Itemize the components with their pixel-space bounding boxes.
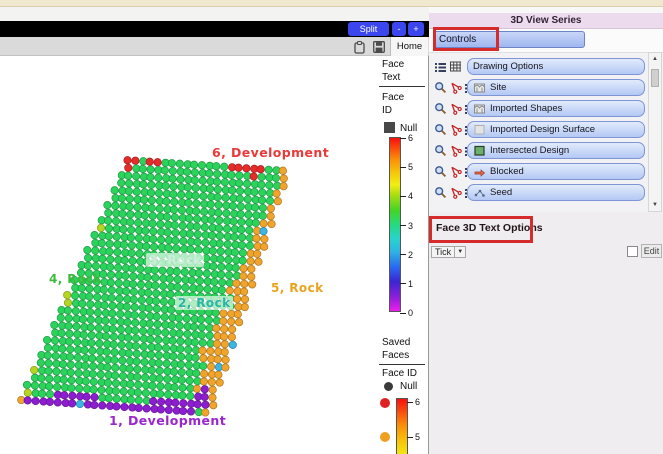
home-tab[interactable]: Home bbox=[390, 37, 428, 56]
magnifier-icon[interactable] bbox=[433, 80, 447, 94]
colorbar-tick: 5 bbox=[400, 162, 413, 172]
legend-subtitle: Face bbox=[382, 92, 426, 103]
scroll-thumb[interactable] bbox=[651, 69, 659, 87]
series-button-imported-design-surface[interactable]: Imported Design Surface bbox=[467, 121, 645, 138]
legend-divider bbox=[379, 86, 425, 87]
colorbar-tick: 2 bbox=[400, 250, 413, 260]
cut-icon[interactable] bbox=[448, 80, 462, 94]
design-icon bbox=[473, 144, 486, 157]
series-label: Imported Design Surface bbox=[490, 124, 595, 135]
annotation-box-controls bbox=[433, 27, 499, 51]
top-strip bbox=[0, 0, 663, 7]
grid-icon[interactable] bbox=[448, 59, 462, 73]
right-panel: 3D View Series Controls Drawing Options … bbox=[429, 7, 663, 454]
series-list: Drawing Options Site Imported Shapes Imp… bbox=[429, 52, 663, 212]
series-row: Imported Shapes bbox=[429, 100, 648, 117]
colorbar-tick: 3 bbox=[400, 221, 413, 231]
colorbar-tick: 6 bbox=[407, 397, 420, 407]
legend-divider bbox=[379, 364, 425, 365]
null-dot bbox=[384, 382, 393, 391]
scroll-down-icon[interactable]: ▼ bbox=[650, 200, 660, 210]
legend-column: Face Text Face ID Null 6 5 4 3 2 1 0 Saved Fac… bbox=[377, 56, 428, 454]
maximize-button[interactable]: + bbox=[408, 22, 424, 36]
scroll-up-icon[interactable]: ▲ bbox=[650, 54, 660, 64]
view-title-bar: Split - + bbox=[0, 21, 429, 37]
series-label: Site bbox=[490, 82, 506, 93]
series-row: Intersected Design bbox=[429, 142, 648, 159]
series-row: Drawing Options bbox=[429, 58, 648, 75]
colorbar-tick: 5 bbox=[407, 432, 420, 442]
left-panel: Split - + Home 6, Development3, Rock4, R… bbox=[0, 7, 429, 454]
null-swatch bbox=[384, 122, 395, 133]
legend-subtitle: ID bbox=[382, 105, 426, 116]
cut-icon[interactable] bbox=[448, 185, 462, 199]
series-button-drawing-options[interactable]: Drawing Options bbox=[467, 58, 645, 75]
series-label: Blocked bbox=[490, 166, 524, 177]
legend2-title: Saved bbox=[382, 337, 426, 348]
legend-title: Text bbox=[382, 72, 426, 83]
save-icon[interactable] bbox=[371, 40, 386, 54]
site-icon bbox=[473, 81, 486, 94]
magnifier-icon[interactable] bbox=[433, 101, 447, 115]
edit-checkbox[interactable] bbox=[627, 246, 638, 257]
series-button-imported-shapes[interactable]: Imported Shapes bbox=[467, 100, 645, 117]
series-scrollbar[interactable]: ▲ ▼ bbox=[648, 52, 662, 212]
face-id-dot bbox=[380, 432, 390, 442]
null-label: Null bbox=[400, 381, 428, 392]
minimize-button[interactable]: - bbox=[392, 22, 406, 36]
magnifier-icon[interactable] bbox=[433, 122, 447, 136]
colorbar-tick: 0 bbox=[400, 308, 413, 318]
chevron-down-icon[interactable]: ▼ bbox=[455, 246, 466, 258]
view-toolbar: Home bbox=[0, 37, 429, 56]
list-icon[interactable] bbox=[433, 59, 447, 73]
shapes-icon bbox=[473, 102, 486, 115]
cut-icon[interactable] bbox=[448, 122, 462, 136]
clipboard-icon[interactable] bbox=[352, 40, 367, 54]
legend-title: Face bbox=[382, 59, 426, 70]
magnifier-icon[interactable] bbox=[433, 143, 447, 157]
series-label: Seed bbox=[490, 187, 512, 198]
magnifier-icon[interactable] bbox=[433, 185, 447, 199]
series-row: Blocked bbox=[429, 163, 648, 180]
legend2-title: Faces bbox=[382, 350, 426, 361]
annotation-box-face3d bbox=[429, 216, 533, 243]
series-label: Intersected Design bbox=[490, 145, 569, 156]
seed-icon bbox=[473, 186, 486, 199]
split-button[interactable]: Split bbox=[348, 22, 389, 36]
app-window: Split - + Home 6, Development3, Rock4, R… bbox=[0, 0, 663, 454]
colorbar-tick: 1 bbox=[400, 279, 413, 289]
cut-icon[interactable] bbox=[448, 164, 462, 178]
series-row: Seed bbox=[429, 184, 648, 201]
tick-dropdown-label[interactable]: Tick bbox=[431, 246, 455, 258]
surface-icon bbox=[473, 123, 486, 136]
series-row: Imported Design Surface bbox=[429, 121, 648, 138]
series-row: Site bbox=[429, 79, 648, 96]
edit-button[interactable]: Edit bbox=[641, 244, 662, 258]
series-button-intersected-design[interactable]: Intersected Design bbox=[467, 142, 645, 159]
series-label: Imported Shapes bbox=[490, 103, 562, 114]
colorbar-tick: 4 bbox=[400, 191, 413, 201]
face-text-options-section: Face 3D Text Options Tick ▼ Edit Str 1✕I… bbox=[429, 212, 663, 454]
tick-dropdown[interactable]: Tick ▼ bbox=[431, 246, 466, 258]
series-label: Drawing Options bbox=[473, 61, 543, 72]
cut-icon[interactable] bbox=[448, 143, 462, 157]
blocked-icon bbox=[473, 165, 486, 178]
face-id-dot bbox=[380, 398, 390, 408]
series-button-blocked[interactable]: Blocked bbox=[467, 163, 645, 180]
magnifier-icon[interactable] bbox=[433, 164, 447, 178]
block-model bbox=[0, 56, 428, 454]
legend2-subtitle: Face ID bbox=[382, 368, 426, 379]
cut-icon[interactable] bbox=[448, 101, 462, 115]
series-button-site[interactable]: Site bbox=[467, 79, 645, 96]
title-strip bbox=[0, 7, 429, 21]
series-button-seed[interactable]: Seed bbox=[467, 184, 645, 201]
viewport-3d[interactable]: 6, Development3, Rock4, Rock5, Rock2, Ro… bbox=[0, 56, 428, 454]
colorbar-tick: 6 bbox=[400, 133, 413, 143]
